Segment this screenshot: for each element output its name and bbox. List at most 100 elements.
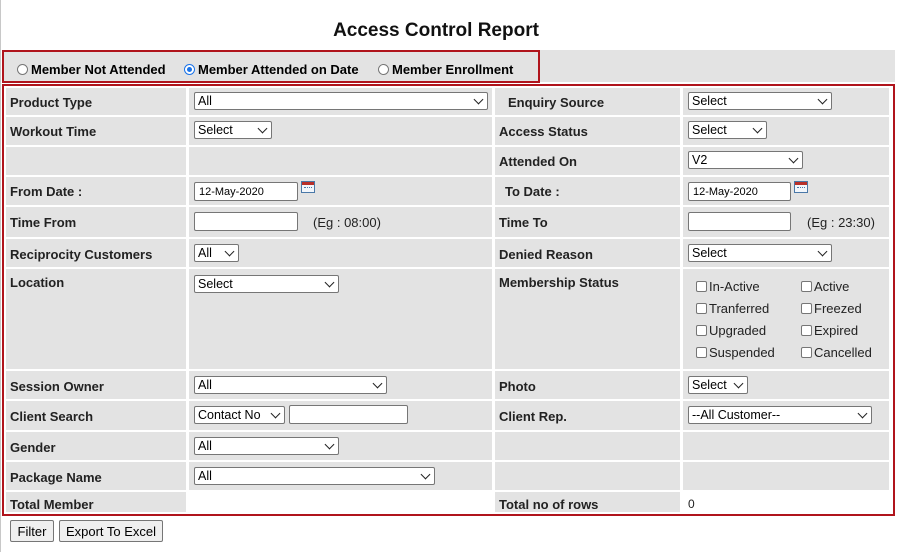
checkbox-icon[interactable] xyxy=(801,325,812,336)
chevron-down-icon xyxy=(752,123,763,134)
checkbox-icon[interactable] xyxy=(801,303,812,314)
time-from-input[interactable] xyxy=(194,212,298,231)
gender-label: Gender xyxy=(10,440,56,455)
radio-member-attended-on-date[interactable]: Member Attended on Date xyxy=(184,61,359,77)
attended-on-select[interactable]: V2 xyxy=(688,151,803,169)
value-cell: Select xyxy=(683,88,889,115)
checkbox-upgraded[interactable]: Upgraded xyxy=(696,323,766,338)
page-title: Access Control Report xyxy=(333,20,539,41)
value-cell: Select xyxy=(189,117,492,145)
workout-time-select[interactable]: Select xyxy=(194,121,272,139)
enquiry-source-select[interactable]: Select xyxy=(688,92,832,110)
empty-cell xyxy=(683,432,889,460)
access-status-select[interactable]: Select xyxy=(688,121,767,139)
checkbox-label: Freezed xyxy=(814,301,862,316)
to-date-input[interactable]: 12-May-2020 xyxy=(688,182,791,201)
client-rep-label: Client Rep. xyxy=(499,409,567,424)
checkbox-icon[interactable] xyxy=(801,281,812,292)
checkbox-in-active[interactable]: In-Active xyxy=(696,279,760,294)
chevron-down-icon xyxy=(788,153,799,164)
checkbox-icon[interactable] xyxy=(801,347,812,358)
empty-cell xyxy=(495,462,680,490)
label-cell: From Date : xyxy=(6,177,186,205)
reciprocity-customers-select[interactable]: All xyxy=(194,244,239,262)
session-owner-select[interactable]: All xyxy=(194,376,387,394)
gender-select[interactable]: All xyxy=(194,437,339,455)
total-rows-value: 0 xyxy=(688,497,695,511)
value-cell: V2 xyxy=(683,147,889,175)
photo-label: Photo xyxy=(499,379,536,394)
client-search-input[interactable] xyxy=(289,405,408,424)
label-cell: Total Member xyxy=(6,492,186,512)
radio-member-not-attended[interactable]: Member Not Attended xyxy=(17,61,166,77)
time-to-hint: (Eg : 23:30) xyxy=(807,215,875,230)
product-type-select[interactable]: All xyxy=(194,92,488,110)
time-from-hint: (Eg : 08:00) xyxy=(313,215,381,230)
radio-icon[interactable] xyxy=(17,63,28,75)
label-cell: Time From xyxy=(6,207,186,237)
workout-time-label: Workout Time xyxy=(10,124,97,139)
select-value: V2 xyxy=(692,153,708,167)
time-to-input[interactable] xyxy=(688,212,791,231)
value-cell: 12-May-2020 xyxy=(189,177,492,205)
time-to-label: Time To xyxy=(499,215,548,230)
client-search-type-select[interactable]: Contact No xyxy=(194,406,285,424)
value-cell: Select xyxy=(683,239,889,267)
export-to-excel-button[interactable]: Export To Excel xyxy=(59,520,163,542)
package-name-select[interactable]: All xyxy=(194,467,435,485)
chevron-down-icon xyxy=(733,378,744,389)
checkbox-label: Tranferred xyxy=(709,301,770,316)
value-cell: All xyxy=(189,371,492,399)
chevron-down-icon xyxy=(372,378,383,389)
select-value: Select xyxy=(692,246,727,260)
total-member-label: Total Member xyxy=(10,497,94,512)
value-cell: All xyxy=(189,88,492,115)
label-cell: Enquiry Source xyxy=(495,88,680,115)
from-date-input[interactable]: 12-May-2020 xyxy=(194,182,298,201)
checkbox-label: Suspended xyxy=(709,345,775,360)
chevron-down-icon xyxy=(857,408,868,419)
checkbox-freezed[interactable]: Freezed xyxy=(801,301,862,316)
radio-label: Member Not Attended xyxy=(31,61,166,77)
value-cell: All xyxy=(189,432,492,460)
checkbox-active[interactable]: Active xyxy=(801,279,849,294)
calendar-icon[interactable] xyxy=(301,181,315,193)
calendar-icon[interactable] xyxy=(794,181,808,193)
checkbox-cancelled[interactable]: Cancelled xyxy=(801,345,872,360)
denied-reason-select[interactable]: Select xyxy=(688,244,832,262)
empty-cell xyxy=(683,462,889,490)
label-cell: Gender xyxy=(6,432,186,460)
label-cell: Attended On xyxy=(495,147,680,175)
checkbox-icon[interactable] xyxy=(696,325,707,336)
chevron-down-icon xyxy=(270,408,281,419)
value-cell: All xyxy=(189,462,492,490)
checkbox-icon[interactable] xyxy=(696,347,707,358)
location-label: Location xyxy=(10,275,65,290)
radio-member-enrollment[interactable]: Member Enrollment xyxy=(378,61,513,77)
checkbox-expired[interactable]: Expired xyxy=(801,323,858,338)
to-date-label: To Date : xyxy=(505,184,560,199)
select-value: Select xyxy=(198,277,233,291)
checkbox-suspended[interactable]: Suspended xyxy=(696,345,775,360)
membership-status-label: Membership Status xyxy=(499,275,619,290)
checkbox-icon[interactable] xyxy=(696,281,707,292)
radio-selected-icon[interactable] xyxy=(184,63,195,75)
photo-select[interactable]: Select xyxy=(688,376,748,394)
empty-cell xyxy=(495,432,680,460)
value-cell: (Eg : 08:00) xyxy=(189,207,492,237)
radio-icon[interactable] xyxy=(378,63,389,75)
from-date-label: From Date : xyxy=(10,184,83,199)
checkbox-tranferred[interactable]: Tranferred xyxy=(696,301,769,316)
select-value: Contact No xyxy=(198,408,261,422)
client-rep-select[interactable]: --All Customer-- xyxy=(688,406,872,424)
select-value: All xyxy=(198,94,212,108)
product-type-label: Product Type xyxy=(10,95,93,110)
time-from-label: Time From xyxy=(10,215,77,230)
total-member-value-cell xyxy=(189,492,492,512)
filter-button[interactable]: Filter xyxy=(10,520,54,542)
location-select[interactable]: Select xyxy=(194,275,339,293)
label-cell: Total no of rows xyxy=(495,492,680,512)
label-cell: Package Name xyxy=(6,462,186,490)
label-cell: Client Rep. xyxy=(495,401,680,430)
checkbox-icon[interactable] xyxy=(696,303,707,314)
